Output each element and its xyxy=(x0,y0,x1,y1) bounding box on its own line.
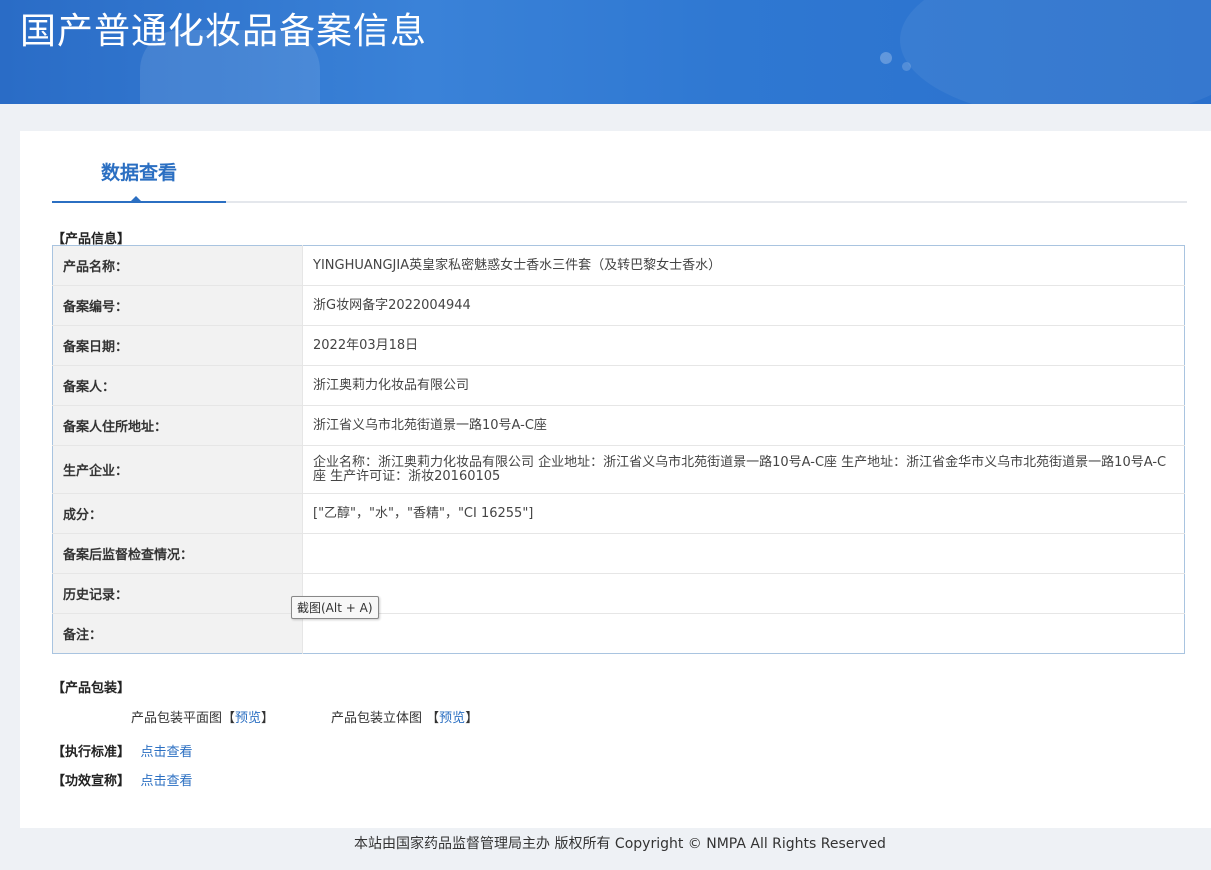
footer-copyright: 本站由国家药品监督管理局主办 版权所有 Copyright © NMPA All… xyxy=(354,836,886,852)
row-value: 浙G妆网备字2022004944 xyxy=(302,285,1185,326)
standard-label: 【执行标准】 xyxy=(52,745,131,760)
table-row: 备案人住所地址： 浙江省义乌市北苑街道景一路10号A-C座 xyxy=(52,405,1185,446)
bracket-open: 【 xyxy=(222,711,236,726)
table-row: 历史记录： xyxy=(52,573,1185,614)
bracket-close: 】 xyxy=(261,711,275,726)
packaging-solid-item: 产品包装立体图 【预览】 xyxy=(331,707,478,726)
row-key: 备案编号： xyxy=(52,285,303,326)
bracket-open: 【 xyxy=(426,711,440,726)
row-key: 备案人： xyxy=(52,365,303,406)
table-row: 备注： xyxy=(52,613,1185,654)
tab-bar: 数据查看 xyxy=(52,153,1187,203)
row-value: 浙江奥莉力化妆品有限公司 xyxy=(302,365,1185,406)
row-key: 历史记录： xyxy=(52,573,303,614)
row-value xyxy=(302,533,1185,574)
table-row: 备案人： 浙江奥莉力化妆品有限公司 xyxy=(52,365,1185,406)
row-key: 生产企业： xyxy=(52,445,303,494)
row-value: 浙江省义乌市北苑街道景一路10号A-C座 xyxy=(302,405,1185,446)
product-info-table: 产品名称： YINGHUANGJIA英皇家私密魅惑女士香水三件套（及转巴黎女士香… xyxy=(52,245,1185,654)
standard-row: 【执行标准】 点击查看 xyxy=(52,741,193,760)
bracket-close: 】 xyxy=(465,711,479,726)
tab-label: 数据查看 xyxy=(100,162,177,184)
main-panel: 数据查看 【产品信息】 产品名称： YINGHUANGJIA英皇家私密魅惑女士香… xyxy=(20,131,1211,828)
preview-solid-link[interactable]: 预览 xyxy=(439,711,465,726)
active-tab-caret-icon xyxy=(129,196,143,203)
table-row: 备案日期： 2022年03月18日 xyxy=(52,325,1185,366)
table-row: 备案编号： 浙G妆网备字2022004944 xyxy=(52,285,1185,326)
row-key: 成分： xyxy=(52,493,303,534)
efficacy-label: 【功效宣称】 xyxy=(52,774,131,789)
preview-flat-link[interactable]: 预览 xyxy=(235,711,261,726)
packaging-flat-label: 产品包装平面图 xyxy=(131,711,223,726)
row-key: 备案后监督检查情况： xyxy=(52,533,303,574)
table-row: 产品名称： YINGHUANGJIA英皇家私密魅惑女士香水三件套（及转巴黎女士香… xyxy=(52,245,1185,286)
row-value: 企业名称：浙江奥莉力化妆品有限公司 企业地址：浙江省义乌市北苑街道景一路10号A… xyxy=(302,445,1185,494)
table-row: 备案后监督检查情况： xyxy=(52,533,1185,574)
tab-data-view[interactable]: 数据查看 xyxy=(52,153,226,203)
row-value: ["乙醇"，"水"，"香精"，"CI 16255"] xyxy=(302,493,1185,534)
row-key: 产品名称： xyxy=(52,245,303,286)
efficacy-view-link[interactable]: 点击查看 xyxy=(141,774,193,789)
banner-decoration xyxy=(880,52,892,64)
efficacy-row: 【功效宣称】 点击查看 xyxy=(52,770,193,789)
screenshot-tooltip: 截图(Alt + A) xyxy=(291,596,379,619)
row-value: YINGHUANGJIA英皇家私密魅惑女士香水三件套（及转巴黎女士香水） xyxy=(313,257,722,273)
row-key: 备案日期： xyxy=(52,325,303,366)
packaging-solid-label: 产品包装立体图 xyxy=(331,711,423,726)
banner-decoration xyxy=(902,62,911,71)
row-value xyxy=(302,613,1185,654)
page-title: 国产普通化妆品备案信息 xyxy=(20,11,428,52)
row-key: 备案人住所地址： xyxy=(52,405,303,446)
packaging-heading: 【产品包装】 xyxy=(52,681,131,696)
packaging-flat-item: 产品包装平面图【预览】 xyxy=(131,707,274,726)
table-row: 成分： ["乙醇"，"水"，"香精"，"CI 16255"] xyxy=(52,493,1185,534)
table-row: 生产企业： 企业名称：浙江奥莉力化妆品有限公司 企业地址：浙江省义乌市北苑街道景… xyxy=(52,445,1185,494)
row-value: 2022年03月18日 xyxy=(302,325,1185,366)
row-key: 备注： xyxy=(52,613,303,654)
row-value xyxy=(302,573,1185,614)
standard-view-link[interactable]: 点击查看 xyxy=(141,745,193,760)
header-banner: 国产普通化妆品备案信息 xyxy=(0,0,1211,104)
banner-decoration xyxy=(900,0,1211,104)
